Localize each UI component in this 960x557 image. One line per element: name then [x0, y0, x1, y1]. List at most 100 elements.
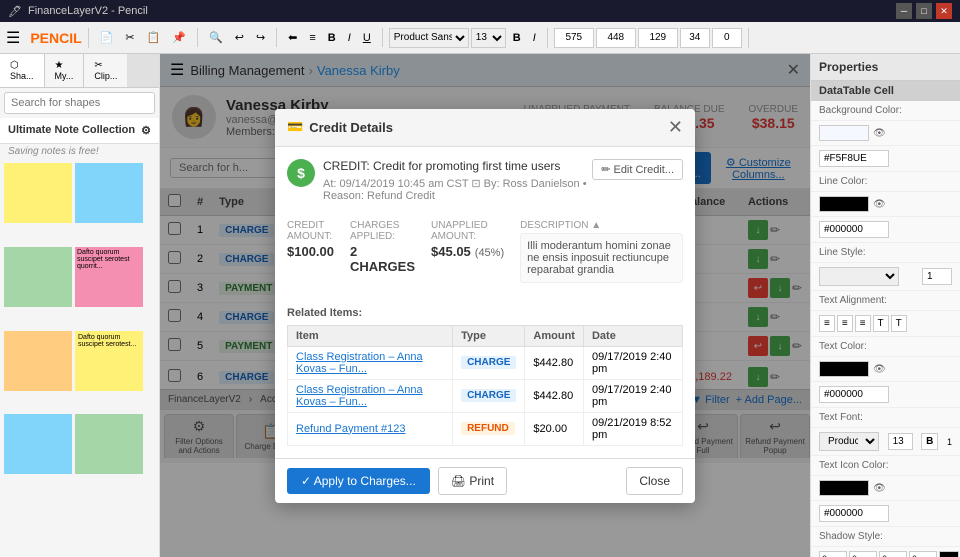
rp-line-style-inputs	[811, 263, 960, 291]
rp-icon-color-value: 👁	[819, 480, 886, 496]
text-font-select[interactable]: Product Sa...	[819, 432, 879, 451]
modal-close-btn[interactable]: ✕	[668, 117, 683, 138]
charges-applied-label: CHARGES APPLIED:	[350, 220, 415, 242]
related-items-title: Related Items:	[287, 307, 683, 319]
rp-text-color-value: 👁	[819, 361, 886, 377]
line-style-num[interactable]	[922, 268, 952, 285]
rp-line-color-value-row: 👁	[811, 192, 960, 217]
modal-close-footer-btn[interactable]: Close	[626, 467, 683, 495]
bg-color-swatch[interactable]	[819, 125, 869, 141]
width-input[interactable]	[554, 28, 594, 48]
toolbar-edit-section: 🔍 ↩ ↪	[204, 28, 277, 47]
settings-icon[interactable]: ⚙	[141, 124, 151, 137]
shadow-color-swatch[interactable]	[939, 551, 959, 557]
print-btn[interactable]: 🖨 Print	[438, 467, 507, 495]
font-section: Product Sans 13 B I	[389, 28, 548, 48]
font-size-select[interactable]: 13	[471, 28, 506, 48]
tab-clipart[interactable]: ✂ Clip...	[84, 54, 127, 87]
underline-format-btn[interactable]: U	[358, 29, 376, 47]
related-row: Class Registration – Anna Kovas – Fun...…	[288, 346, 683, 379]
title-bar: 🖊 FinanceLayerV2 - Pencil ─ □ ✕	[0, 0, 960, 22]
search-btn[interactable]: 🔍	[204, 28, 228, 47]
maximize-btn[interactable]: □	[916, 3, 932, 19]
description-text: Illi moderantum homini zonae ne ensis in…	[520, 233, 683, 283]
text-font-size[interactable]	[888, 433, 913, 450]
item-link[interactable]: Class Registration – Anna Kovas – Fun...	[296, 384, 423, 408]
tab-shapes[interactable]: ⬡ Sha...	[0, 54, 45, 87]
field2-input[interactable]	[712, 28, 742, 48]
align-center-btn[interactable]: ≡	[837, 315, 853, 332]
paste-btn[interactable]: 📌	[167, 28, 191, 47]
font-family-select[interactable]: Product Sans	[389, 28, 469, 48]
tab-mystuff[interactable]: ★ My...	[45, 54, 85, 87]
related-item-link: Refund Payment #123	[288, 412, 453, 445]
font-bold-btn[interactable]: B	[508, 29, 526, 47]
content-area: ☰ Billing Management › Vanessa Kirby ✕ 👩…	[160, 54, 810, 557]
field1-input[interactable]	[680, 28, 710, 48]
related-items-table: Item Type Amount Date Class Registration…	[287, 325, 683, 446]
close-btn[interactable]: ✕	[936, 3, 952, 19]
cut-btn[interactable]: ✂	[120, 28, 139, 47]
unapplied-amount-label: UNAPPLIED AMOUNT:	[431, 220, 504, 242]
related-date: 09/17/2019 2:40 pm	[583, 379, 682, 412]
align-justify-btn[interactable]: T	[873, 315, 889, 332]
text-color-hex-input[interactable]	[819, 386, 889, 403]
font-italic-btn[interactable]: I	[528, 29, 541, 47]
shadow-x[interactable]	[819, 551, 847, 557]
icon-color-hex-input[interactable]	[819, 505, 889, 522]
undo-btn[interactable]: ↩	[230, 28, 249, 47]
rp-text-font-label: Text Font:	[819, 412, 863, 423]
height-input[interactable]	[596, 28, 636, 48]
icon-color-eye-icon[interactable]: 👁	[873, 483, 886, 494]
unapplied-amount-field: UNAPPLIED AMOUNT: $45.05 (45%)	[431, 220, 504, 259]
rp-bg-color-hex-row	[811, 146, 960, 172]
align-top-btn[interactable]: T	[891, 315, 907, 332]
shadow-y[interactable]	[849, 551, 877, 557]
shadow-spread[interactable]	[909, 551, 937, 557]
bg-color-eye-icon[interactable]: 👁	[873, 128, 886, 139]
bold-format-btn[interactable]: B	[323, 29, 341, 47]
shadow-blur[interactable]	[879, 551, 907, 557]
rp-text-color-label: Text Color:	[819, 341, 867, 352]
modal-title-text: Credit Details	[309, 120, 393, 135]
item-link[interactable]: Refund Payment #123	[296, 423, 405, 435]
related-type: CHARGE	[453, 379, 525, 412]
copy-btn[interactable]: 📋	[142, 28, 166, 47]
sticky-note	[4, 414, 72, 474]
new-btn[interactable]: 📄	[95, 28, 119, 47]
credit-title-area: CREDIT: Credit for promoting first time …	[323, 159, 592, 214]
rp-line-style-label: Line Style:	[819, 247, 866, 258]
italic-format-btn[interactable]: I	[343, 29, 356, 47]
align-right-btn[interactable]: ≡	[855, 315, 871, 332]
rp-text-color-value-row: 👁	[811, 357, 960, 382]
rth-item: Item	[288, 325, 453, 346]
line-color-eye-icon[interactable]: 👁	[873, 199, 886, 210]
shape-search-input[interactable]	[4, 92, 155, 114]
clipart-label: Clip...	[94, 71, 117, 81]
line-color-hex-input[interactable]	[819, 221, 889, 238]
line-color-swatch[interactable]	[819, 196, 869, 212]
rp-bg-color-value: 👁	[819, 125, 886, 141]
bg-color-hex-input[interactable]	[819, 150, 889, 167]
unapplied-value-row: $45.05 (45%)	[431, 244, 504, 259]
minimize-btn[interactable]: ─	[896, 3, 912, 19]
icon-color-swatch[interactable]	[819, 480, 869, 496]
dimension-section	[554, 28, 749, 48]
rp-line-color-row: Line Color:	[811, 172, 960, 192]
align-center-btn[interactable]: ≡	[304, 29, 320, 47]
shape-search-bar	[0, 88, 159, 118]
edit-credit-btn[interactable]: ✏ Edit Credit...	[592, 159, 683, 180]
related-date: 09/21/2019 8:52 pm	[583, 412, 682, 445]
item-link[interactable]: Class Registration – Anna Kovas – Fun...	[296, 351, 423, 375]
line-style-select[interactable]	[819, 267, 899, 286]
text-color-swatch[interactable]	[819, 361, 869, 377]
text-bold-btn[interactable]: B	[921, 433, 938, 450]
text-color-eye-icon[interactable]: 👁	[873, 364, 886, 375]
angle-input[interactable]	[638, 28, 678, 48]
rp-icon-color-row: Text Icon Color:	[811, 456, 960, 476]
collection-title: Ultimate Note Collection	[8, 124, 135, 137]
apply-to-charges-btn[interactable]: ✓ Apply to Charges...	[287, 468, 430, 494]
align-left-btn[interactable]: ≡	[819, 315, 835, 332]
align-left-btn[interactable]: ⬅	[283, 28, 302, 47]
redo-btn[interactable]: ↪	[251, 28, 270, 47]
